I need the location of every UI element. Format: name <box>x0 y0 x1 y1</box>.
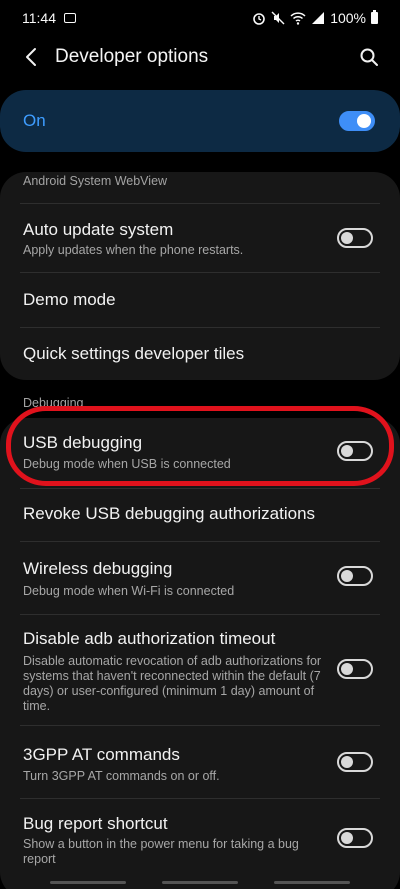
toggle-knob <box>341 756 353 768</box>
alarm-icon <box>253 13 265 25</box>
bug-report-shortcut-toggle[interactable] <box>337 828 373 848</box>
row-title: Demo mode <box>23 290 116 309</box>
signal-icon <box>312 12 325 24</box>
row-title: Quick settings developer tiles <box>23 344 245 363</box>
wireless-debugging-toggle[interactable] <box>337 566 373 586</box>
3gpp-at-commands-toggle[interactable] <box>337 752 373 772</box>
3gpp-at-commands-row[interactable]: 3GPP AT commands Turn 3GPP AT commands o… <box>0 726 400 796</box>
toggle-knob <box>341 570 353 582</box>
chevron-left-icon <box>26 48 36 66</box>
toggle-knob <box>341 832 353 844</box>
row-subtitle: Apply updates when the phone restarts. <box>23 243 244 257</box>
row-title: Bug report shortcut <box>23 814 168 833</box>
bug-report-shortcut-row[interactable]: Bug report shortcut Show a button in the… <box>0 799 400 879</box>
toggle-knob <box>341 663 353 675</box>
back-button[interactable] <box>18 44 44 70</box>
page-title: Developer options <box>55 46 209 67</box>
nav-back-button[interactable] <box>274 881 350 884</box>
nav-home-button[interactable] <box>162 881 238 884</box>
master-toggle[interactable] <box>339 111 375 131</box>
mute-icon <box>271 11 285 25</box>
row-subtitle: Show a button in the power menu for taki… <box>23 837 299 866</box>
app-bar: Developer options <box>0 36 400 80</box>
row-title: Wireless debugging <box>23 559 173 578</box>
nav-recents-button[interactable] <box>50 881 126 884</box>
battery-icon <box>371 10 378 24</box>
settings-card-debugging: USB debugging Debug mode when USB is con… <box>0 418 400 889</box>
settings-card-top: Android System WebView Auto update syste… <box>0 172 400 380</box>
search-icon <box>360 48 378 66</box>
row-subtitle: Debug mode when Wi-Fi is connected <box>23 584 235 598</box>
disable-adb-timeout-row[interactable]: Disable adb authorization timeout Disabl… <box>0 615 400 725</box>
navigation-bar <box>0 874 400 889</box>
row-subtitle: Turn 3GPP AT commands on or off. <box>23 769 220 783</box>
wireless-debugging-row[interactable]: Wireless debugging Debug mode when Wi-Fi… <box>0 542 400 614</box>
row-subtitle: Disable automatic revocation of adb auth… <box>23 654 322 713</box>
auto-update-system-toggle[interactable] <box>337 228 373 248</box>
row-title: Revoke USB debugging authorizations <box>23 504 316 523</box>
truncated-item-label[interactable]: Android System WebView <box>23 174 167 188</box>
auto-update-system-row[interactable]: Auto update system Apply updates when th… <box>0 204 400 272</box>
status-bar: 11:44 100% <box>0 0 400 36</box>
toggle-knob <box>341 232 353 244</box>
revoke-usb-authorizations-row[interactable]: Revoke USB debugging authorizations <box>0 489 400 541</box>
gallery-notification-icon <box>64 13 76 23</box>
highlight-annotation <box>6 406 394 486</box>
disable-adb-timeout-toggle[interactable] <box>337 659 373 679</box>
developer-options-master-switch[interactable]: On <box>0 90 400 152</box>
row-title: Disable adb authorization timeout <box>23 629 276 648</box>
row-title: Auto update system <box>23 220 174 239</box>
status-time: 11:44 <box>22 10 56 26</box>
quick-settings-tiles-row[interactable]: Quick settings developer tiles <box>0 328 400 380</box>
status-icons: 100% <box>252 10 378 26</box>
row-title: 3GPP AT commands <box>23 745 180 764</box>
master-switch-label: On <box>23 111 46 130</box>
toggle-knob <box>357 114 371 128</box>
demo-mode-row[interactable]: Demo mode <box>0 273 400 327</box>
wifi-icon <box>290 12 306 25</box>
search-button[interactable] <box>356 44 382 70</box>
battery-percent: 100% <box>330 10 366 26</box>
